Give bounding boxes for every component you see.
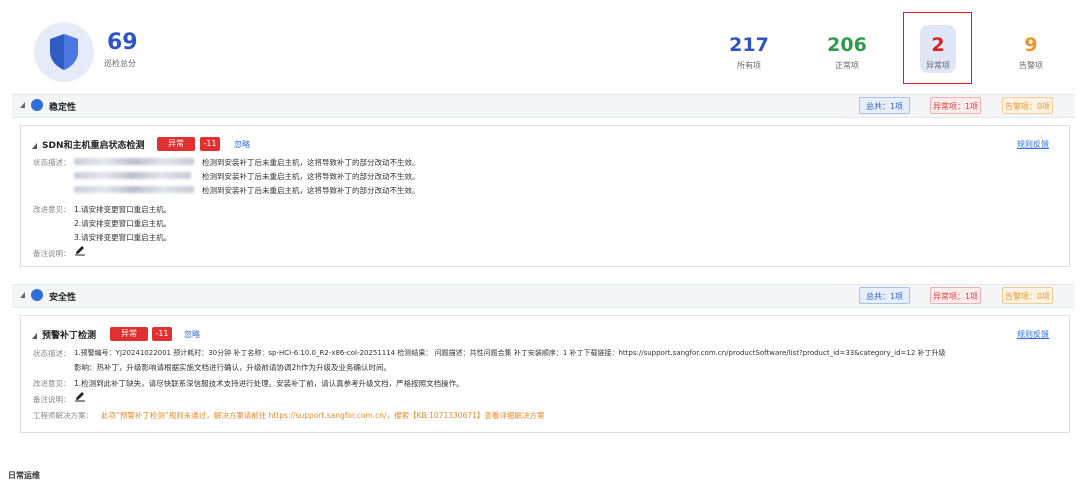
section-title: 安全性 [49,293,77,303]
note-label: 备注说明： [33,395,71,404]
desc-line: 检测到安装补丁后未重启主机，这将导致补丁的部分改动不生效。 [202,158,420,167]
security-icon [31,289,43,301]
redacted-host [74,186,194,193]
desc-label: 状态描述： [33,349,71,358]
edit-pencil-icon[interactable] [74,244,86,256]
stat-normal-value: 206 [827,34,867,56]
total-score-label: 巡检总分 [104,59,136,68]
desc-line: 检测到安装补丁后未重启主机，这将导致补丁的部分改动不生效。 [202,172,420,181]
daily-ops-title: 日常运维 [8,471,40,480]
score-deduction-tag: -11 [152,327,172,341]
desc-line: 影响：热补丁，升级影响请根据实施文档进行确认，升级前请协调2h作为升级及业务确认… [74,363,392,372]
rule-feedback-link[interactable]: 规则反馈 [1017,329,1049,340]
collapse-triangle-icon[interactable] [20,102,25,108]
status-tag-abnormal: 异常 [157,137,195,151]
note-label: 备注说明： [33,249,71,258]
stat-all-value: 217 [729,34,769,56]
advice-line: 3.请安排变更窗口重启主机。 [74,233,172,242]
check-card-sdn: SDN和主机重启状态检测 异常 -11 忽略 规则反馈 状态描述： 检测到安装补… [20,125,1070,267]
advice-label: 改进意见： [33,205,71,214]
total-count-pill[interactable]: 总共：1项 [859,97,910,114]
check-title: SDN和主机重启状态检测 [42,141,145,151]
collapse-triangle-icon[interactable] [20,292,25,298]
abnormal-count-pill[interactable]: 异常项：1项 [930,97,981,114]
collapse-triangle-icon[interactable] [32,143,37,149]
ignore-link[interactable]: 忽略 [234,139,250,150]
desc-line: 1.预警编号：YJ20241022001 预计耗时：30分钟 补丁名称：sp-H… [74,349,946,357]
desc-line: 检测到安装补丁后未重启主机，这将导致补丁的部分改动不生效。 [202,186,420,195]
section-security-header[interactable]: 安全性 总共：1项 异常项：1项 告警项：0项 [12,284,1075,308]
redacted-host [74,158,194,165]
warning-count-pill[interactable]: 告警项：0项 [1002,287,1053,304]
warning-count-pill[interactable]: 告警项：0项 [1002,97,1053,114]
stat-normal[interactable]: 206 正常项 [812,34,882,71]
stability-icon [31,99,43,111]
stat-warning-value: 9 [1024,34,1038,56]
solution-text: 此项“预警补丁检测”规则未通过，解决方案请前往 https://support.… [101,411,545,420]
stat-abnormal[interactable]: 2 异常项 [903,34,973,71]
check-title: 预警补丁检测 [42,331,97,341]
total-score: 69 [107,30,138,55]
section-title: 稳定性 [49,103,77,113]
score-badge [34,22,94,82]
desc-label: 状态描述： [33,158,71,167]
advice-line: 2.请安排变更窗口重启主机。 [74,219,172,228]
ignore-link[interactable]: 忽略 [184,329,200,340]
advice-line: 1.检测到此补丁缺失，请尽快联系深信服技术支持进行处理。安装补丁前，请认真参考升… [74,379,464,388]
stat-warning-label: 告警项 [1019,61,1043,70]
shield-icon [50,34,78,70]
section-stability-header[interactable]: 稳定性 总共：1项 异常项：1项 告警项：0项 [12,94,1075,118]
redacted-host [74,172,191,179]
stat-abnormal-label: 异常项 [926,61,950,70]
total-count-pill[interactable]: 总共：1项 [859,287,910,304]
stat-warning[interactable]: 9 告警项 [996,34,1066,71]
advice-label: 改进意见： [33,379,71,388]
check-card-patch: 预警补丁检测 异常 -11 忽略 规则反馈 状态描述： 1.预警编号：YJ202… [20,315,1070,433]
stat-all-label: 所有项 [737,61,761,70]
status-tag-abnormal: 异常 [110,327,148,341]
advice-line: 1.请安排变更窗口重启主机。 [74,205,172,214]
rule-feedback-link[interactable]: 规则反馈 [1017,139,1049,150]
collapse-triangle-icon[interactable] [32,333,37,339]
abnormal-count-pill[interactable]: 异常项：1项 [930,287,981,304]
edit-pencil-icon[interactable] [74,390,86,402]
score-deduction-tag: -11 [200,137,220,151]
stat-all[interactable]: 217 所有项 [714,34,784,71]
solution-label: 工程师解决方案： [33,411,93,420]
stat-abnormal-value: 2 [931,34,945,56]
stat-normal-label: 正常项 [835,61,859,70]
